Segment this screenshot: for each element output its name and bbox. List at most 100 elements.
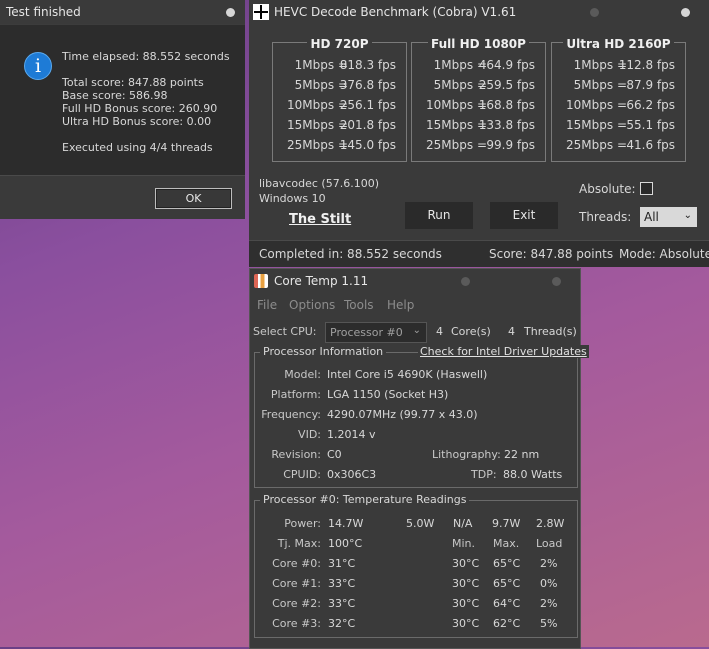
select-cpu-value: Processor #0 [330,326,403,339]
absolute-label: Absolute: [579,182,636,196]
menu-file[interactable]: File [257,298,277,312]
cpuid-label: CPUID: [283,468,321,481]
temperature-readings-box: Processor #0: Temperature Readings Power… [254,493,578,638]
group-title: HD 720P [307,37,372,51]
cpuid-value: 0x306C3 [327,468,377,481]
absolute-checkbox[interactable] [640,182,653,195]
power-value: 5.0W [406,517,435,530]
cores-label: Core(s) [451,325,491,338]
ok-button[interactable]: OK [155,188,232,209]
full-hd-bonus-text: Full HD Bonus score: 260.90 [62,102,218,115]
threads-select[interactable]: All ⌄ [640,207,697,227]
coretemp-titlebar[interactable]: Core Temp 1.11 [250,269,580,295]
model-label: Model: [284,368,321,381]
model-value: Intel Core i5 4690K (Haswell) [327,368,488,381]
power-value: N/A [453,517,473,530]
chevron-down-icon: ⌄ [683,210,692,221]
coretemp-title: Core Temp 1.11 [274,274,369,288]
col-header-load: Load [536,537,563,550]
frequency-label: Frequency: [261,408,321,421]
dialog-body: i Time elapsed: 88.552 seconds Total sco… [0,25,245,175]
core-temp-window: Core Temp 1.11 File Options Tools Help S… [249,268,589,649]
power-value: 2.8W [536,517,565,530]
hevc-benchmark-window: HEVC Decode Benchmark (Cobra) V1.61 HD 7… [249,0,709,267]
author-link[interactable]: The Stilt [289,212,351,227]
select-cpu-dropdown[interactable]: Processor #0 ⌄ [325,322,427,343]
threads-label: Threads: [579,210,632,224]
lithography-value: 22 nm [504,448,540,461]
results-group-2160p: Ultra HD 2160P 1Mbps = 112.8 fps 5Mbps = 8… [551,37,686,162]
minimize-dot-icon[interactable] [590,8,599,17]
test-finished-dialog: Test finished i Time elapsed: 88.552 sec… [0,0,245,219]
result-row: 1Mbps = 464.9 fps [433,58,535,72]
mode-status: Mode: Absolute [619,247,709,261]
result-row: 10Mbps = 168.8 fps [426,98,535,112]
revision-value: C0 [327,448,342,461]
score-status: Score: 847.88 points [489,247,614,261]
result-row: 15Mbps = 133.8 fps [426,118,535,132]
group-title: Ultra HD 2160P [563,37,674,51]
tdp-value: 88.0 Watts [503,468,563,481]
threads-used-text: Executed using 4/4 threads [62,141,213,154]
close-dot-icon[interactable] [681,8,690,17]
temperature-readings-caption: Processor #0: Temperature Readings [260,493,470,506]
benchmark-title: HEVC Decode Benchmark (Cobra) V1.61 [274,5,517,19]
group-title: Full HD 1080P [428,37,529,51]
menu-tools[interactable]: Tools [344,298,374,312]
total-score-text: Total score: 847.88 points [62,76,204,89]
status-bar: Completed in: 88.552 seconds Score: 847.… [249,240,709,267]
cores-count: 4 [436,325,443,338]
lithography-label: Lithography: [432,448,501,461]
libavcodec-version: libavcodec (57.6.100) [259,177,379,190]
col-header-min: Min. [452,537,476,550]
frequency-value: 4290.07MHz (99.77 x 43.0) [327,408,478,421]
close-dot-icon[interactable] [226,8,235,17]
os-version: Windows 10 [259,192,326,205]
exit-button[interactable]: Exit [490,202,558,229]
base-score-text: Base score: 586.98 [62,89,168,102]
power-value: 14.7W [328,517,364,530]
vid-label: VID: [298,428,321,441]
menu-options[interactable]: Options [289,298,335,312]
col-header-max: Max. [493,537,520,550]
dialog-footer: OK [0,175,245,219]
ultra-hd-bonus-text: Ultra HD Bonus score: 0.00 [62,115,212,128]
dialog-title: Test finished [6,5,81,19]
processor-info-box: Processor Information Check for Intel Dr… [254,345,589,488]
thermometer-icon [254,274,268,288]
processor-info-caption: Processor Information [260,345,387,358]
results-group-1080p: Full HD 1080P 1Mbps = 464.9 fps 5Mbps = 25… [411,37,546,162]
tdp-label: TDP: [471,468,497,481]
vid-value: 1.2014 v [327,428,376,441]
benchmark-titlebar[interactable]: HEVC Decode Benchmark (Cobra) V1.61 [249,0,709,26]
tjmax-value: 100°C [328,537,363,550]
power-value: 9.7W [492,517,521,530]
dialog-titlebar[interactable]: Test finished [0,0,245,24]
close-dot-icon[interactable] [552,277,561,286]
run-button[interactable]: Run [405,202,473,229]
tjmax-label: Tj. Max: [277,537,321,550]
menu-help[interactable]: Help [387,298,414,312]
info-icon: i [24,52,52,80]
result-row: 1Mbps = 818.3 fps [294,58,396,72]
threads-select-value: All [644,210,659,224]
time-elapsed-text: Time elapsed: 88.552 seconds [62,50,230,63]
platform-label: Platform: [270,388,321,401]
result-row: 5Mbps = 259.5 fps [433,78,535,92]
result-row: 15Mbps = 55.1 fps [566,118,675,132]
result-row: 5Mbps = 87.9 fps [573,78,675,92]
power-label: Power: [284,517,321,530]
result-row: 10Mbps = 66.2 fps [566,98,675,112]
result-row: 10Mbps = 256.1 fps [287,98,396,112]
app-logo-icon [253,4,269,20]
chevron-down-icon: ⌄ [412,325,421,336]
minimize-dot-icon[interactable] [461,277,470,286]
results-group-720p: HD 720P 1Mbps = 818.3 fps 5Mbps = 376.8 fp… [272,37,407,162]
result-row: 25Mbps = 41.6 fps [566,138,675,152]
result-row: 1Mbps = 112.8 fps [573,58,675,72]
result-row: 25Mbps = 99.9 fps [426,138,535,152]
select-cpu-label: Select CPU: [253,325,317,338]
driver-updates-link[interactable]: Check for Intel Driver Updates [418,345,589,358]
result-row: 25Mbps = 145.0 fps [287,138,396,152]
threads-label: Thread(s) [524,325,577,338]
